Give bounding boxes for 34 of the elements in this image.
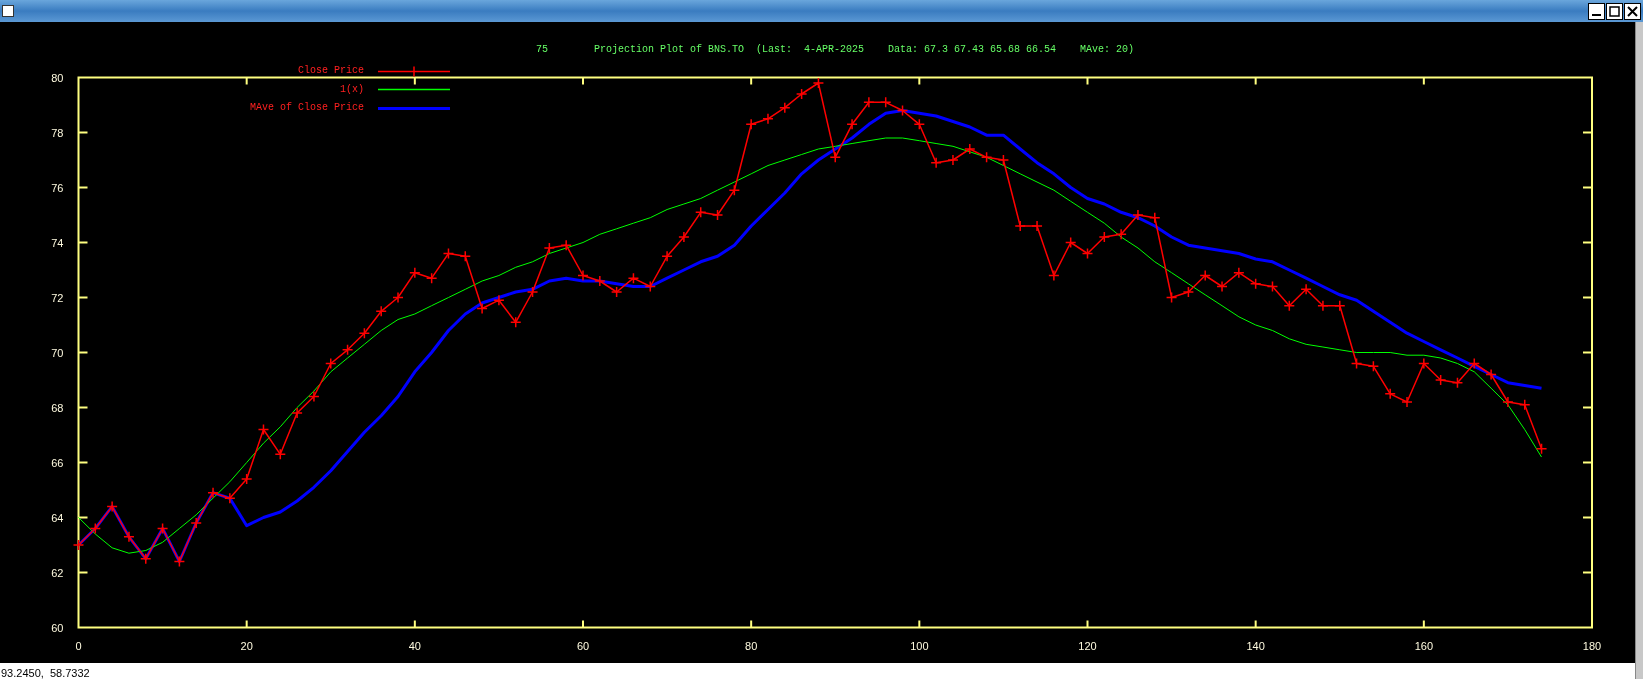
x-tick-label: 0 [75, 639, 82, 652]
legend-label: 1(x) [339, 82, 365, 97]
y-tick-label: 76 [51, 181, 64, 194]
y-tick-label: 68 [51, 401, 64, 414]
x-tick-label: 100 [910, 639, 929, 652]
x-tick-label: 160 [1414, 639, 1433, 652]
chart-title: Projection Plot of BNS.TO (Last: 4-APR-2025 Data: 67.3 67.43 65.68 66.54 MAve: 20) [594, 44, 1135, 55]
y-tick-label: 80 [51, 71, 64, 84]
y-tick-label: 66 [51, 456, 64, 469]
y-tick-label: 78 [51, 126, 64, 139]
y-tick-label: 72 [51, 291, 64, 304]
window-menu-icon[interactable] [2, 5, 14, 17]
minimize-icon [1592, 13, 1601, 16]
x-tick-label: 120 [1078, 639, 1097, 652]
close-icon [1627, 5, 1638, 17]
y-tick-label: 64 [51, 511, 64, 524]
x-tick-label: 20 [240, 639, 253, 652]
x-tick-label: 40 [408, 639, 421, 652]
x-tick-label: 80 [745, 639, 758, 652]
close-button[interactable] [1624, 2, 1641, 20]
y-tick-label: 60 [51, 621, 64, 634]
x-tick-label: 140 [1246, 639, 1265, 652]
x-tick-label: 180 [1582, 639, 1602, 652]
legend-label: MAve of Close Price [250, 101, 365, 115]
plot-number: 75 [536, 44, 548, 55]
cursor-coordinates: 93.2450, 58.7332 [0, 666, 90, 679]
y-tick-label: 62 [51, 566, 64, 579]
y-tick-label: 74 [51, 236, 64, 249]
y-tick-label: 70 [51, 346, 64, 359]
maximize-button[interactable] [1606, 2, 1623, 20]
minimize-button[interactable] [1588, 2, 1605, 20]
x-tick-label: 60 [576, 639, 590, 652]
maximize-icon [1609, 5, 1620, 17]
legend-label: Close Price [297, 64, 365, 78]
